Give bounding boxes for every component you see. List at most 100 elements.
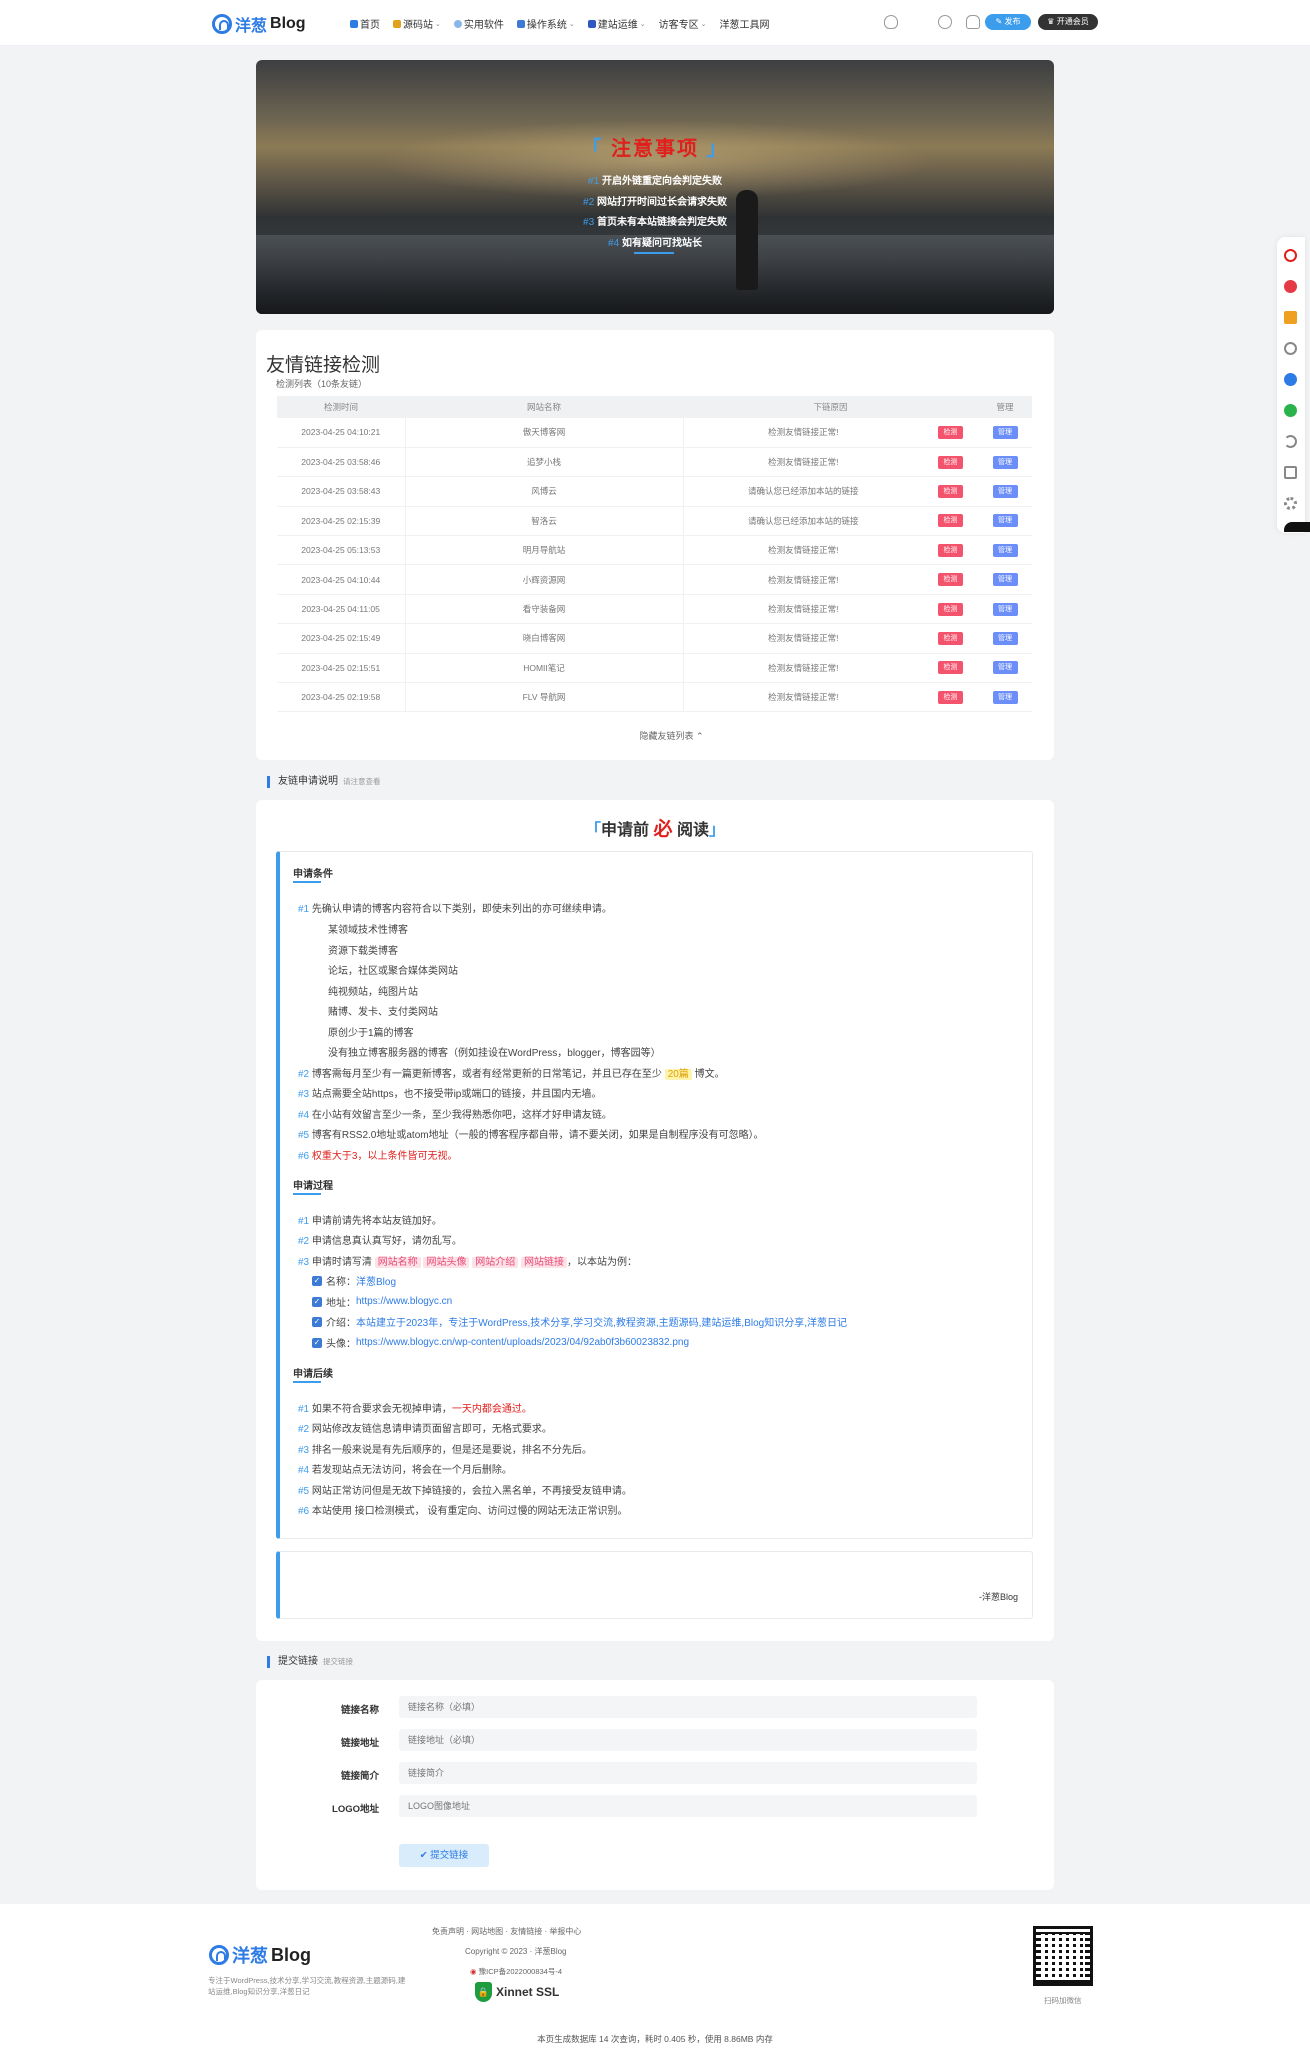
table-row: 2023-04-25 03:58:43 风博云 请确认您已经添加本站的链接 检测 管理: [277, 476, 1032, 507]
manage-button[interactable]: 管理: [992, 425, 1018, 439]
check-button[interactable]: 检测: [938, 573, 963, 587]
check-reason: 检测友情链接正常!: [683, 535, 923, 566]
hide-list-toggle[interactable]: 隐藏友链列表 ⌃: [0, 729, 1310, 742]
moon-icon[interactable]: [1284, 435, 1297, 448]
check-time: 2023-04-25 04:11:05: [277, 594, 406, 625]
crown-icon[interactable]: [1284, 311, 1297, 324]
check-button[interactable]: 检测: [938, 484, 963, 498]
link-url-input[interactable]: [399, 1729, 977, 1751]
manage-button[interactable]: 管理: [992, 543, 1018, 557]
lightbulb-icon[interactable]: [884, 15, 898, 29]
conditions-heading: 申请条件: [293, 865, 333, 883]
qr-code: [1033, 1926, 1093, 1986]
check-button[interactable]: 检测: [938, 631, 963, 645]
check-time: 2023-04-25 02:15:39: [277, 506, 406, 537]
nav-item-os[interactable]: 操作系统 ⌄: [516, 16, 575, 31]
hero-note: #2 网站打开时间过长会请求失败: [583, 196, 727, 208]
check-reason: 检测友情链接正常!: [683, 623, 923, 654]
manage-button[interactable]: 管理: [992, 514, 1018, 528]
process-item: #3 申请时请写清 网站名称 网站头像 网站介绍 网站链接 ，以本站为例：: [298, 1257, 638, 1268]
process-item: #2 申请信息真认真写好，请勿乱写。: [298, 1236, 462, 1247]
manage-button[interactable]: 管理: [992, 484, 1018, 498]
apply-section-label: 友链申请说明 请注意查看: [267, 776, 381, 788]
site-name: HOMII笔记: [405, 653, 684, 684]
category-item: 论坛，社区或聚合媒体类网站: [328, 966, 458, 977]
ssl-badge: 🔒 Xinnet SSL: [475, 1979, 565, 2005]
process-item: #1 申请前请先将本站友链加好。: [298, 1216, 442, 1227]
icp-record[interactable]: ◉ 豫ICP备2022000834号-4: [470, 1966, 562, 1977]
gear-icon[interactable]: [1284, 497, 1297, 510]
after-item: #2 网站修改友链信息请申请页面留言即可，无格式要求。: [298, 1424, 552, 1435]
manage-button[interactable]: 管理: [992, 573, 1018, 587]
moon-icon[interactable]: [938, 15, 952, 29]
check-reason: 检测友情链接正常!: [683, 594, 923, 625]
bell-icon[interactable]: [966, 15, 980, 29]
column-header: 下链原因: [683, 396, 978, 418]
after-item: #4 若发现站点无法访问，将会在一个月后删除。: [298, 1465, 512, 1476]
nav-item-source[interactable]: 源码站 ⌄: [393, 16, 441, 31]
table-row: 2023-04-25 05:13:53 明月导航站 检测友情链接正常! 检测 管理: [277, 535, 1032, 566]
police-badge-icon: ◉: [470, 1967, 477, 1976]
checkbox-icon: ✓: [312, 1337, 322, 1348]
check-button[interactable]: 检测: [938, 543, 963, 557]
process-heading: 申请过程: [293, 1177, 333, 1195]
manage-button[interactable]: 管理: [992, 661, 1018, 675]
link-url-label: 链接地址: [340, 1738, 379, 1749]
vip-button[interactable]: ♛ 开通会员: [1038, 14, 1098, 30]
check-button[interactable]: 检测: [938, 425, 963, 439]
category-item: 没有独立博客服务器的博客（例如挂设在WordPress，blogger，博客园等…: [328, 1048, 661, 1059]
hero-banner: 「 注意事项 」 #1 开启外链重定向会判定失败 #2 网站打开时间过长会请求失…: [256, 60, 1054, 314]
hero-note: #1 开启外链重定向会判定失败: [588, 176, 722, 187]
publish-button[interactable]: ✎ 发布: [985, 14, 1031, 30]
wechat-icon[interactable]: [1284, 404, 1297, 417]
windows-icon: [516, 19, 525, 28]
check-button[interactable]: 检测: [938, 690, 963, 704]
footer-links[interactable]: 免责声明 · 网站地图 · 友情链接 · 举报中心: [432, 1926, 581, 1937]
check-time: 2023-04-25 02:15:49: [277, 623, 406, 654]
nav-item-visitor[interactable]: 访客专区 ⌄: [659, 16, 707, 31]
heart-icon[interactable]: [1284, 280, 1297, 293]
qq-icon[interactable]: [1284, 373, 1297, 386]
check-time: 2023-04-25 02:15:51: [277, 653, 406, 684]
manage-button[interactable]: 管理: [992, 631, 1018, 645]
nav-item-tools[interactable]: 洋葱工具网: [720, 16, 770, 31]
manage-button[interactable]: 管理: [992, 690, 1018, 704]
checkbox-icon: ✓: [312, 1296, 322, 1307]
check-reason: 请确认您已经添加本站的链接: [683, 476, 923, 507]
after-item: #5 网站正常访问但是无故下掉链接的，会拉入黑名单，不再接受友链申请。: [298, 1486, 632, 1497]
site-name: 小辉资源网: [405, 564, 684, 595]
main-nav: 首页 源码站 ⌄ 实用软件 操作系统 ⌄ 建站运维 ⌄ 访客专区 ⌄ 洋葱工具网: [350, 16, 770, 31]
check-button[interactable]: 检测: [938, 661, 963, 675]
check-time: 2023-04-25 04:10:21: [277, 418, 406, 448]
table-row: 2023-04-25 02:15:51 HOMII笔记 检测友情链接正常! 检测 管理: [277, 653, 1032, 684]
link-desc-input[interactable]: [399, 1762, 977, 1784]
signature: -洋葱Blog: [978, 1592, 1018, 1602]
footer-logo[interactable]: 洋葱 Blog: [209, 1942, 311, 1968]
column-header: 检测时间: [277, 396, 405, 418]
code-icon: [393, 19, 401, 28]
submit-link-button[interactable]: ✔ 提交链接: [399, 1844, 489, 1867]
site-name: 追梦小栈: [405, 447, 684, 478]
check-button[interactable]: 检测: [938, 514, 963, 528]
manage-button[interactable]: 管理: [992, 602, 1018, 616]
manage-button[interactable]: 管理: [992, 455, 1018, 469]
signature-box: -洋葱Blog: [276, 1551, 1033, 1619]
nav-item-home[interactable]: 首页: [350, 16, 380, 31]
logo-url-label: LOGO地址: [332, 1804, 379, 1815]
notice-icon[interactable]: [1284, 249, 1297, 262]
scroll-handle[interactable]: [1284, 522, 1310, 532]
logo-url-input[interactable]: [399, 1795, 977, 1817]
page-title: 友情链接检测: [266, 355, 381, 376]
check-button[interactable]: 检测: [938, 455, 963, 469]
check-subtitle: 检测列表（10条友链）: [276, 379, 368, 389]
check-button[interactable]: 检测: [938, 602, 963, 616]
add-icon[interactable]: [1284, 342, 1297, 355]
site-name: 智洛云: [405, 506, 684, 537]
after-heading: 申请后续: [293, 1365, 333, 1383]
nav-item-ops[interactable]: 建站运维 ⌄: [587, 16, 646, 31]
site-logo[interactable]: 洋葱 Blog: [212, 12, 306, 36]
nav-item-software[interactable]: 实用软件: [453, 16, 504, 31]
qrcode-icon[interactable]: [1284, 466, 1297, 479]
side-toolbar: [1277, 237, 1305, 533]
link-name-input[interactable]: [399, 1696, 977, 1718]
